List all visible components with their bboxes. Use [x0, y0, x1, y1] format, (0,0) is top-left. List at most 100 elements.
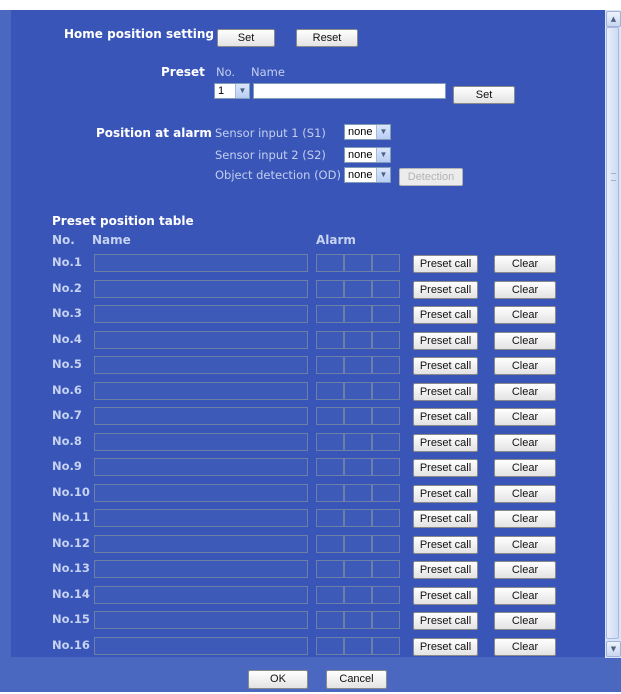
preset-call-button[interactable]: Preset call: [413, 332, 478, 350]
clear-button[interactable]: Clear: [494, 638, 556, 656]
preset-call-button[interactable]: Preset call: [413, 281, 478, 299]
row-number: No.9: [52, 459, 82, 473]
preset-call-button[interactable]: Preset call: [413, 638, 478, 656]
clear-button[interactable]: Clear: [494, 587, 556, 605]
preset-name-cell: [94, 331, 308, 349]
alarm-cell-3: [372, 535, 400, 553]
sensor-input-2-label: Sensor input 2 (S2): [215, 148, 326, 162]
scroll-down-arrow-icon[interactable]: ▼: [606, 641, 621, 657]
row-number: No.16: [52, 638, 90, 652]
scroll-up-arrow-icon[interactable]: ▲: [606, 11, 621, 27]
chevron-down-icon: ▼: [376, 168, 390, 182]
clear-button[interactable]: Clear: [494, 485, 556, 503]
preset-call-button[interactable]: Preset call: [413, 561, 478, 579]
scrollbar-grip-icon: [611, 173, 616, 181]
detection-button[interactable]: Detection: [399, 168, 463, 186]
alarm-cell-3: [372, 254, 400, 272]
preset-number-select[interactable]: 1 ▼: [214, 83, 250, 99]
preset-name-cell: [94, 280, 308, 298]
alarm-cell-3: [372, 560, 400, 578]
alarm-cell-1: [316, 407, 344, 425]
cancel-button[interactable]: Cancel: [326, 670, 387, 689]
alarm-cell-2: [344, 356, 372, 374]
row-number: No.4: [52, 332, 82, 346]
preset-name-cell: [94, 356, 308, 374]
preset-label: Preset: [161, 65, 205, 79]
alarm-cell-3: [372, 484, 400, 502]
clear-button[interactable]: Clear: [494, 408, 556, 426]
preset-call-button[interactable]: Preset call: [413, 587, 478, 605]
alarm-cell-2: [344, 484, 372, 502]
preset-call-button[interactable]: Preset call: [413, 536, 478, 554]
alarm-cell-1: [316, 433, 344, 451]
preset-name-cell: [94, 305, 308, 323]
chevron-down-icon: ▼: [376, 148, 390, 162]
vertical-scrollbar[interactable]: ▲ ▼: [605, 10, 621, 658]
chevron-down-icon: ▼: [376, 125, 390, 139]
preset-name-cell: [94, 458, 308, 476]
chevron-down-icon: ▼: [235, 84, 249, 98]
preset-call-button[interactable]: Preset call: [413, 485, 478, 503]
preset-table-title: Preset position table: [52, 214, 194, 228]
alarm-cell-2: [344, 305, 372, 323]
ok-button[interactable]: OK: [248, 670, 308, 689]
alarm-cell-3: [372, 611, 400, 629]
table-header-alarm: Alarm: [316, 233, 356, 247]
sensor-input-1-select[interactable]: none ▼: [344, 124, 391, 140]
preset-name-cell: [94, 382, 308, 400]
alarm-cell-2: [344, 560, 372, 578]
preset-call-button[interactable]: Preset call: [413, 612, 478, 630]
preset-name-header: Name: [251, 65, 285, 79]
sensor-input-2-value: none: [348, 149, 373, 161]
preset-call-button[interactable]: Preset call: [413, 383, 478, 401]
preset-name-cell: [94, 484, 308, 502]
preset-call-button[interactable]: Preset call: [413, 408, 478, 426]
clear-button[interactable]: Clear: [494, 281, 556, 299]
alarm-cell-3: [372, 509, 400, 527]
home-reset-button[interactable]: Reset: [296, 29, 358, 47]
sensor-input-2-select[interactable]: none ▼: [344, 147, 391, 163]
preset-name-cell: [94, 433, 308, 451]
alarm-cell-3: [372, 586, 400, 604]
alarm-cell-1: [316, 458, 344, 476]
alarm-cell-2: [344, 611, 372, 629]
alarm-cell-2: [344, 331, 372, 349]
sensor-input-1-label: Sensor input 1 (S1): [215, 126, 326, 140]
preset-set-button[interactable]: Set: [453, 86, 515, 104]
object-detection-label: Object detection (OD): [215, 168, 341, 182]
alarm-cell-1: [316, 637, 344, 655]
alarm-cell-3: [372, 305, 400, 323]
clear-button[interactable]: Clear: [494, 510, 556, 528]
clear-button[interactable]: Clear: [494, 612, 556, 630]
preset-name-input[interactable]: [253, 83, 446, 99]
clear-button[interactable]: Clear: [494, 332, 556, 350]
clear-button[interactable]: Clear: [494, 383, 556, 401]
preset-call-button[interactable]: Preset call: [413, 255, 478, 273]
clear-button[interactable]: Clear: [494, 459, 556, 477]
clear-button[interactable]: Clear: [494, 255, 556, 273]
home-set-button[interactable]: Set: [217, 29, 275, 47]
alarm-cell-3: [372, 637, 400, 655]
clear-button[interactable]: Clear: [494, 434, 556, 452]
clear-button[interactable]: Clear: [494, 306, 556, 324]
alarm-cell-1: [316, 331, 344, 349]
alarm-cell-2: [344, 586, 372, 604]
object-detection-select[interactable]: none ▼: [344, 167, 391, 183]
alarm-cell-3: [372, 356, 400, 374]
row-number: No.3: [52, 306, 82, 320]
alarm-cell-1: [316, 586, 344, 604]
preset-call-button[interactable]: Preset call: [413, 306, 478, 324]
preset-call-button[interactable]: Preset call: [413, 357, 478, 375]
preset-name-cell: [94, 509, 308, 527]
preset-call-button[interactable]: Preset call: [413, 510, 478, 528]
alarm-cell-3: [372, 433, 400, 451]
preset-call-button[interactable]: Preset call: [413, 459, 478, 477]
alarm-cell-1: [316, 560, 344, 578]
clear-button[interactable]: Clear: [494, 357, 556, 375]
preset-name-cell: [94, 407, 308, 425]
alarm-cell-3: [372, 382, 400, 400]
preset-call-button[interactable]: Preset call: [413, 434, 478, 452]
scrollbar-thumb[interactable]: [606, 27, 619, 639]
clear-button[interactable]: Clear: [494, 536, 556, 554]
clear-button[interactable]: Clear: [494, 561, 556, 579]
